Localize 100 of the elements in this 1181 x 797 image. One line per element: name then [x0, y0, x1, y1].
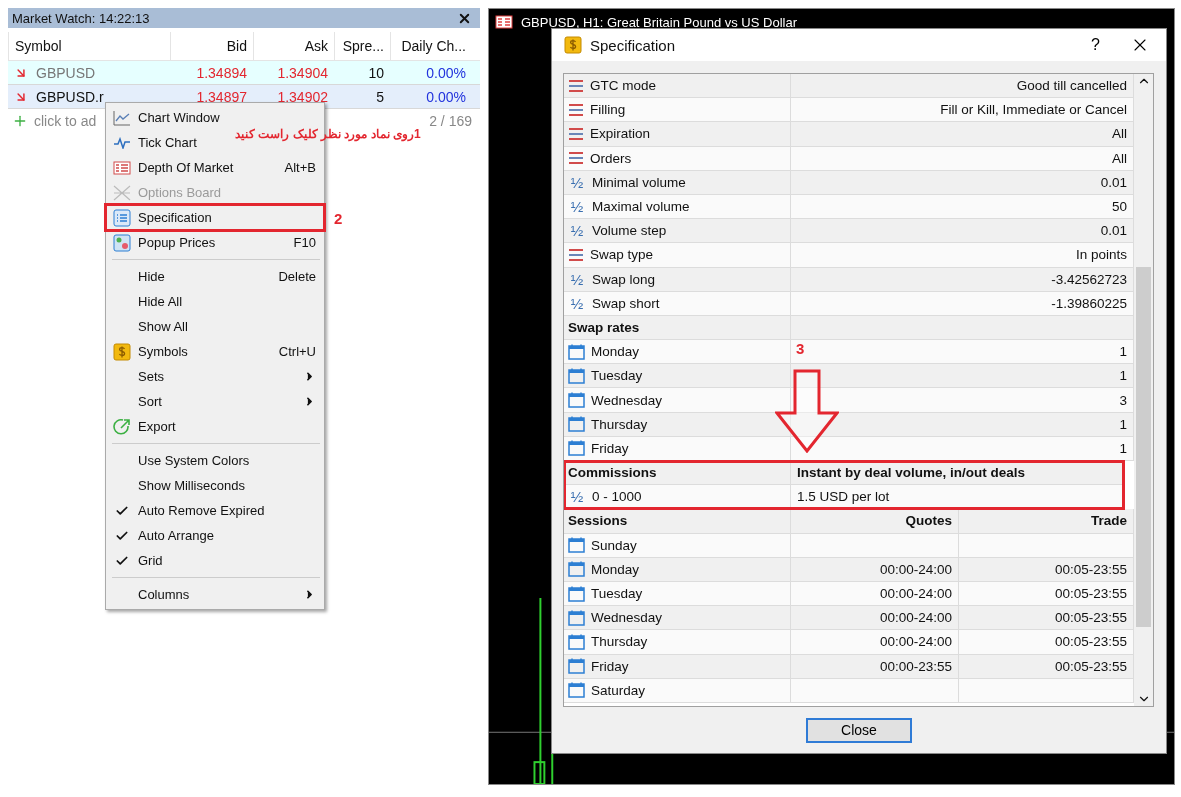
- menu-item[interactable]: Auto Arrange: [138, 528, 316, 543]
- spec-value: Trade: [1090, 513, 1127, 529]
- fraction-glyph: ½: [569, 198, 585, 216]
- list-icon: [568, 151, 584, 166]
- spec-label: 0 - 1000: [592, 489, 642, 505]
- menu-item[interactable]: Symbols: [138, 344, 279, 359]
- spec-value: 00:05-23:55: [1054, 658, 1127, 674]
- column-header[interactable]: Symbol: [8, 32, 170, 60]
- menu-item[interactable]: Chart Window: [138, 110, 316, 125]
- add-symbol-prompt[interactable]: click to ad: [34, 113, 97, 129]
- menu-item[interactable]: Show Milliseconds: [138, 478, 316, 493]
- spec-label: Thursday: [591, 416, 648, 432]
- spec-value: 00:00-24:00: [879, 634, 952, 650]
- spec-value: 0.01: [1100, 223, 1127, 239]
- bid-cell-text: 1.34897: [195, 88, 248, 105]
- spread-cell-text: 5: [375, 88, 385, 105]
- close-dialog-button[interactable]: Close: [806, 717, 912, 743]
- plus-icon: [12, 113, 28, 129]
- list-icon: [568, 102, 584, 117]
- symbol-row[interactable]: GBPUSD 1.34894 1.34904 10 0.00%: [8, 61, 480, 85]
- spec-label: Saturday: [591, 682, 646, 698]
- instruction-note: 1روی نماد مورد نظر کلیک راست کنید: [235, 127, 421, 141]
- spec-label: Wednesday: [591, 610, 663, 626]
- menu-item[interactable]: Depth Of Market: [138, 160, 285, 175]
- spec-value: In points: [1075, 247, 1127, 263]
- fraction-glyph: ½: [569, 270, 585, 288]
- spec-value: 00:05-23:55: [1054, 634, 1127, 650]
- help-button[interactable]: ?: [1073, 36, 1118, 54]
- export-icon: [113, 417, 131, 436]
- spec-value: 00:00-24:00: [879, 561, 952, 577]
- spec-label: GTC mode: [590, 78, 657, 94]
- spec-value: 0.01: [1100, 174, 1127, 190]
- spec-value: Fill or Kill, Immediate or Cancel: [940, 102, 1127, 118]
- spec-value: 50: [1111, 199, 1127, 215]
- spec-value: 1: [1119, 344, 1127, 360]
- fraction-glyph: ½: [569, 488, 585, 506]
- spec-label: Swap short: [592, 295, 660, 311]
- chart-title: GBPUSD, H1: Great Britain Pound vs US Dollar: [521, 14, 797, 30]
- spec-value: Good till cancelled: [1016, 78, 1127, 94]
- popup-window-icon: [113, 233, 131, 252]
- tick-chart-icon: [113, 136, 131, 149]
- menu-item[interactable]: Hide: [138, 269, 279, 284]
- column-header[interactable]: Bid: [170, 32, 253, 60]
- spec-value: 3: [1119, 392, 1127, 408]
- spec-value: -1.39860225: [1051, 295, 1127, 311]
- spec-label: Sunday: [591, 537, 637, 553]
- panel-title: Market Watch: 14:22:13: [12, 10, 150, 26]
- column-header[interactable]: Spre...: [334, 32, 390, 60]
- menu-item[interactable]: Hide All: [138, 294, 316, 309]
- symbol-name: GBPUSD.r: [36, 88, 104, 105]
- menu-item[interactable]: Export: [138, 419, 316, 434]
- menu-item[interactable]: Auto Remove Expired: [138, 503, 316, 518]
- dialog-title: Specification: [590, 36, 676, 54]
- calendar-icon: [568, 633, 585, 650]
- calendar-icon: [568, 392, 585, 409]
- spec-label: Expiration: [590, 126, 651, 142]
- spec-label: Swap long: [592, 271, 656, 287]
- shortcut: Ctrl+U: [278, 344, 316, 359]
- spec-label: Sessions: [568, 513, 628, 529]
- spec-value: 00:05-23:55: [1054, 561, 1127, 577]
- spec-value: 00:05-23:55: [1054, 610, 1127, 626]
- menu-item[interactable]: Popup Prices: [138, 235, 294, 250]
- spec-value: Instant by deal volume, in/out deals: [797, 465, 1026, 481]
- scrollbar[interactable]: [1134, 74, 1153, 706]
- table-icon: [495, 15, 513, 29]
- list-icon: [113, 208, 131, 227]
- spec-value: Quotes: [905, 513, 952, 529]
- step-number: 3: [796, 340, 805, 357]
- shortcut: Delete: [278, 269, 316, 284]
- column-header[interactable]: Ask: [253, 32, 334, 60]
- bid-cell-text: 1.34894: [195, 64, 248, 81]
- menu-item[interactable]: Sort: [138, 394, 303, 409]
- change-cell-text: 0.00%: [425, 88, 467, 105]
- spec-label: Commissions: [568, 465, 657, 481]
- menu-item[interactable]: Show All: [138, 319, 316, 334]
- dollar-icon: [564, 36, 582, 54]
- line-chart-icon: [113, 109, 131, 126]
- menu-item[interactable]: Columns: [138, 587, 303, 602]
- calendar-icon: [568, 440, 585, 457]
- spec-label: Friday: [591, 658, 629, 674]
- spec-label: Filling: [590, 102, 626, 118]
- symbol-name: GBPUSD: [36, 64, 96, 81]
- calendar-icon: [568, 537, 585, 554]
- spec-label: Monday: [591, 561, 640, 577]
- menu-item[interactable]: Sets: [138, 369, 303, 384]
- ask-cell-text: 1.34902: [276, 88, 329, 105]
- list-icon: [568, 126, 584, 141]
- spec-value: 1.5 USD per lot: [797, 489, 890, 505]
- spec-label: Tuesday: [591, 368, 643, 384]
- list-icon: [568, 247, 584, 262]
- menu-item[interactable]: Grid: [138, 553, 316, 568]
- spec-label: Thursday: [591, 634, 648, 650]
- spec-label: Orders: [590, 150, 632, 166]
- calendar-icon: [568, 367, 585, 384]
- menu-item[interactable]: Specification: [138, 210, 316, 225]
- spec-label: Swap type: [590, 247, 654, 263]
- calendar-icon: [568, 561, 585, 578]
- calendar-icon: [568, 585, 585, 602]
- menu-item[interactable]: Use System Colors: [138, 453, 316, 468]
- column-header[interactable]: Daily Ch...: [390, 32, 472, 60]
